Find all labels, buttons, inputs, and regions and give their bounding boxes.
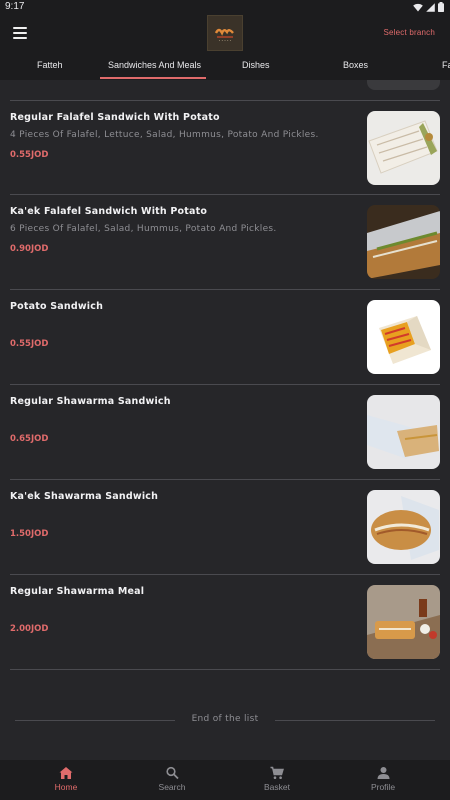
signal-icon [426,2,435,12]
status-time: 9:17 [5,1,25,12]
item-name: Regular Shawarma Meal [10,586,145,597]
tab-dishes[interactable]: Dishes [242,60,270,70]
nav-profile[interactable]: Profile [343,766,423,792]
menu-item[interactable]: Regular Falafel Sandwich With Potato 4 P… [10,100,440,195]
nav-basket-label: Basket [264,782,290,792]
item-price: 0.55JOD [10,339,49,349]
nav-home[interactable]: Home [26,766,106,792]
item-name: Potato Sandwich [10,301,104,312]
tab-boxes[interactable]: Boxes [343,60,368,70]
item-price: 1.50JOD [10,529,49,539]
item-price: 0.90JOD [10,244,49,254]
tab-fatteh[interactable]: Fatteh [37,60,63,70]
menu-item[interactable]: Ka'ek Shawarma Sandwich 1.50JOD [10,479,440,574]
select-branch-button[interactable]: Select branch [383,28,435,37]
item-description: 6 Pieces Of Falafel, Salad, Hummus, Pota… [10,224,277,234]
item-name: Regular Shawarma Sandwich [10,396,171,407]
search-icon [165,766,179,780]
wifi-icon [413,3,423,11]
item-image[interactable] [367,205,440,279]
home-icon [59,767,73,779]
nav-search[interactable]: Search [132,766,212,792]
menu-item[interactable]: Ka'ek Falafel Sandwich With Potato 6 Pie… [10,194,440,289]
menu-item[interactable]: Regular Shawarma Sandwich 0.65JOD [10,384,440,479]
item-price: 0.65JOD [10,434,49,444]
item-image[interactable] [367,395,440,469]
item-price: 0.55JOD [10,150,49,160]
person-icon [377,767,389,779]
menu-item[interactable]: Regular Shawarma Meal 2.00JOD [10,574,440,669]
tab-active-indicator [100,77,206,79]
item-price: 2.00JOD [10,624,49,634]
item-name: Ka'ek Falafel Sandwich With Potato [10,206,208,217]
item-name: Regular Falafel Sandwich With Potato [10,112,220,123]
nav-basket[interactable]: Basket [237,766,317,792]
item-image[interactable] [367,111,440,185]
status-icons [413,2,444,12]
cart-icon [270,766,284,779]
tab-fa[interactable]: Fa [442,60,450,70]
category-tabs: Fatteh Sandwiches And Meals Dishes Boxes… [0,54,450,80]
menu-item[interactable]: Potato Sandwich 0.55JOD [10,289,440,384]
end-of-list-text: End of the list [191,714,259,724]
list-divider [10,669,440,670]
nav-profile-label: Profile [370,782,396,792]
nav-home-label: Home [54,782,78,792]
item-image[interactable] [367,490,440,564]
partial-item-image[interactable] [367,80,440,90]
end-of-list: End of the list [15,714,435,726]
item-image[interactable] [367,300,440,374]
nav-search-label: Search [158,782,186,792]
item-description: 4 Pieces Of Falafel, Lettuce, Salad, Hum… [10,130,319,140]
item-name: Ka'ek Shawarma Sandwich [10,491,159,502]
tab-sandwiches-and-meals[interactable]: Sandwiches And Meals [108,60,201,70]
app-bar: • • • • • Select branch [0,14,450,54]
menu-icon[interactable] [13,27,27,39]
battery-icon [438,2,444,12]
item-image[interactable] [367,585,440,659]
bottom-navigation: Home Search Basket Profile [0,760,450,800]
svg-text:• • • • •: • • • • • [219,39,232,43]
restaurant-logo: • • • • • [207,15,243,51]
menu-list[interactable]: Regular Falafel Sandwich With Potato 4 P… [0,80,450,760]
status-bar: 9:17 [0,0,450,14]
